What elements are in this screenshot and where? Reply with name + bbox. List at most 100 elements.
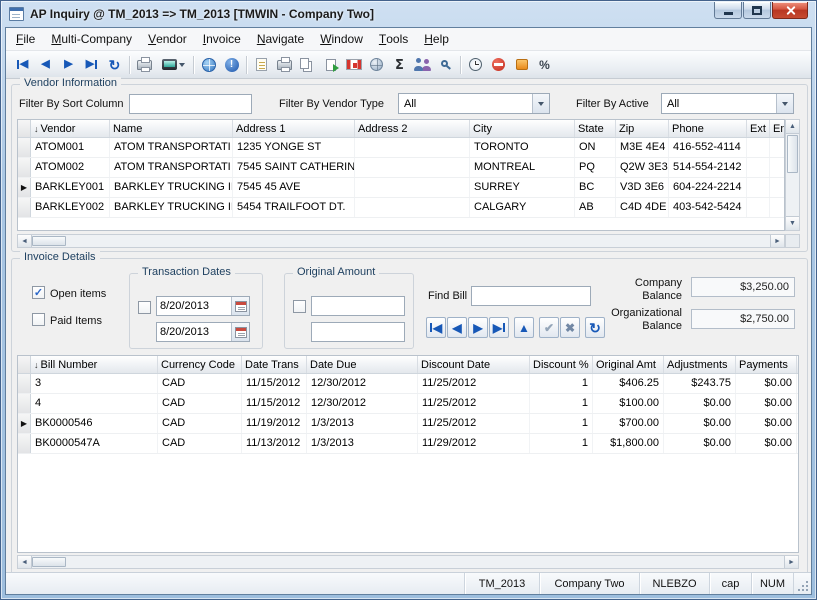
cell-en[interactable]: [770, 158, 785, 177]
cell-ext[interactable]: [747, 138, 770, 157]
cell-original-amt[interactable]: $100.00: [593, 394, 664, 413]
cell-state[interactable]: BC: [575, 178, 616, 197]
col-header-vendor[interactable]: Vendor: [31, 120, 110, 137]
invoice-hscrollbar[interactable]: [17, 555, 799, 569]
cell-vendor[interactable]: ATOM001: [31, 138, 110, 157]
invoice-row[interactable]: 4 CAD 11/15/2012 12/30/2012 11/25/2012 1…: [18, 394, 798, 414]
active-combo[interactable]: All: [661, 93, 794, 114]
cell-currency[interactable]: CAD: [158, 394, 242, 413]
cell-discount-pct[interactable]: 1: [530, 394, 593, 413]
cell-phone[interactable]: 416-552-4114: [669, 138, 747, 157]
print-document-button[interactable]: [273, 54, 296, 76]
cell-ext[interactable]: [747, 198, 770, 217]
globe-button[interactable]: [365, 54, 388, 76]
bill-first-button[interactable]: [426, 317, 446, 338]
scroll-down-button[interactable]: [786, 216, 799, 230]
vendor-type-combo[interactable]: All: [398, 93, 550, 114]
cell-currency[interactable]: CAD: [158, 374, 242, 393]
date-to-field[interactable]: [156, 322, 250, 342]
cell-zip[interactable]: Q2W 3E3: [616, 158, 669, 177]
cell-name[interactable]: ATOM TRANSPORTATI: [110, 138, 233, 157]
cell-discount-date[interactable]: 11/29/2012: [418, 434, 530, 453]
open-items-checkbox[interactable]: [32, 286, 45, 299]
vendor-row-current[interactable]: BARKLEY001 BARKLEY TRUCKING IN 7545 45 A…: [18, 178, 784, 198]
cell-address1[interactable]: 5454 TRAILFOOT DT.: [233, 198, 355, 217]
notes-button[interactable]: [250, 54, 273, 76]
paid-items-checkbox[interactable]: [32, 313, 45, 326]
cell-payments[interactable]: $0.00: [736, 434, 797, 453]
bill-next-button[interactable]: [468, 317, 488, 338]
cell-currency[interactable]: CAD: [158, 434, 242, 453]
cell-discount-date[interactable]: 11/25/2012: [418, 394, 530, 413]
vendor-grid[interactable]: Vendor Name Address 1 Address 2 City Sta…: [17, 119, 785, 231]
cell-discount-pct[interactable]: 1: [530, 434, 593, 453]
scroll-thumb[interactable]: [787, 135, 798, 173]
print-button[interactable]: [133, 54, 156, 76]
dropdown-button[interactable]: [776, 94, 793, 113]
col-header-discount-date[interactable]: Discount Date: [418, 356, 530, 373]
close-button[interactable]: [772, 2, 808, 19]
screen-select-button[interactable]: [156, 54, 190, 76]
amount-from-input[interactable]: [311, 296, 405, 316]
cell-date-due[interactable]: 1/3/2013: [307, 414, 418, 433]
find-bill-input[interactable]: [471, 286, 591, 306]
percent-button[interactable]: [533, 54, 556, 76]
info-button[interactable]: [220, 54, 243, 76]
menu-invoice[interactable]: Invoice: [195, 28, 249, 50]
maximize-button[interactable]: [743, 2, 771, 19]
scroll-thumb[interactable]: [32, 557, 66, 567]
scroll-track[interactable]: [32, 556, 784, 568]
cell-ext[interactable]: [747, 158, 770, 177]
cell-en[interactable]: [770, 178, 785, 197]
cell-bill-number[interactable]: 3: [31, 374, 158, 393]
col-header-address2[interactable]: Address 2: [355, 120, 470, 137]
invoice-row-current[interactable]: BK0000546 CAD 11/19/2012 1/3/2013 11/25/…: [18, 414, 798, 434]
sum-button[interactable]: [388, 54, 411, 76]
menu-navigate[interactable]: Navigate: [249, 28, 312, 50]
cell-state[interactable]: PQ: [575, 158, 616, 177]
date-from-field[interactable]: [156, 296, 250, 316]
cell-name[interactable]: BARKLEY TRUCKING IN: [110, 178, 233, 197]
col-header-name[interactable]: Name: [110, 120, 233, 137]
cell-date-trans[interactable]: 11/15/2012: [242, 394, 307, 413]
cell-discount-date[interactable]: 11/25/2012: [418, 374, 530, 393]
cell-bill-number[interactable]: 4: [31, 394, 158, 413]
vendor-row[interactable]: ATOM001 ATOM TRANSPORTATI 1235 YONGE ST …: [18, 138, 784, 158]
col-header-city[interactable]: City: [470, 120, 575, 137]
cell-address1[interactable]: 7545 45 AVE: [233, 178, 355, 197]
cell-en[interactable]: [770, 198, 785, 217]
refresh-button[interactable]: [103, 54, 126, 76]
cell-zip[interactable]: C4D 4DE: [616, 198, 669, 217]
cell-city[interactable]: SURREY: [470, 178, 575, 197]
scroll-right-button[interactable]: [770, 235, 784, 247]
bill-accept-button[interactable]: [539, 317, 559, 338]
col-header-zip[interactable]: Zip: [616, 120, 669, 137]
scroll-right-button[interactable]: [784, 556, 798, 568]
vendor-row[interactable]: ATOM002 ATOM TRANSPORTATI 7545 SAINT CAT…: [18, 158, 784, 178]
vendor-row[interactable]: BARKLEY002 BARKLEY TRUCKING IN 5454 TRAI…: [18, 198, 784, 218]
cell-date-due[interactable]: 1/3/2013: [307, 434, 418, 453]
col-header-state[interactable]: State: [575, 120, 616, 137]
titlebar[interactable]: AP Inquiry @ TM_2013 => TM_2013 [TMWIN -…: [1, 1, 816, 27]
cell-payments[interactable]: $0.00: [736, 374, 797, 393]
canada-flag-button[interactable]: [342, 54, 365, 76]
cell-bill-number[interactable]: BK0000547A: [31, 434, 158, 453]
cell-zip[interactable]: M3E 4E4: [616, 138, 669, 157]
invoice-row[interactable]: BK0000547A CAD 11/13/2012 1/3/2013 11/29…: [18, 434, 798, 454]
transaction-dates-checkbox[interactable]: [138, 301, 151, 314]
row-selector[interactable]: [18, 394, 31, 413]
scroll-left-button[interactable]: [18, 556, 32, 568]
cell-address1[interactable]: 1235 YONGE ST: [233, 138, 355, 157]
calendar-button[interactable]: [231, 297, 249, 315]
cell-address2[interactable]: [355, 178, 470, 197]
menu-window[interactable]: Window: [312, 28, 371, 50]
nav-last-button[interactable]: [80, 54, 103, 76]
export-button[interactable]: [319, 54, 342, 76]
cell-phone[interactable]: 403-542-5424: [669, 198, 747, 217]
stop-button[interactable]: [487, 54, 510, 76]
cell-date-trans[interactable]: 11/19/2012: [242, 414, 307, 433]
cell-vendor[interactable]: BARKLEY002: [31, 198, 110, 217]
col-header-date-due[interactable]: Date Due: [307, 356, 418, 373]
cell-payments[interactable]: $0.00: [736, 414, 797, 433]
highlight-button[interactable]: [510, 54, 533, 76]
